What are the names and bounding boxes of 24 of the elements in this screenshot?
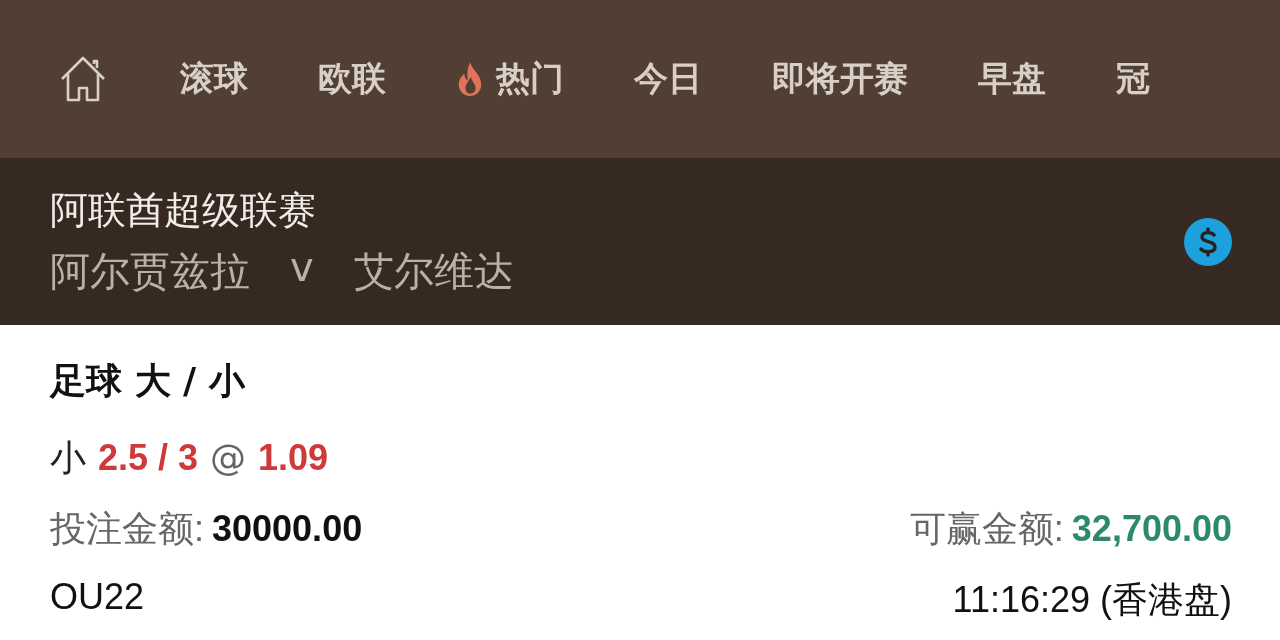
nav-tab[interactable]: 滚球: [180, 56, 248, 102]
handicap-line: 2.5 / 3: [98, 437, 199, 479]
league-name: 阿联酋超级联赛: [50, 186, 317, 234]
at-sign: @: [210, 437, 247, 478]
nav-tab[interactable]: 热门: [456, 56, 564, 102]
flame-icon: [456, 61, 484, 97]
win-amount: 32,700.00: [1071, 508, 1232, 550]
bet-type-title: 足球 大 / 小: [50, 359, 247, 403]
away-team: 艾尔维达: [353, 246, 514, 296]
dollar-icon[interactable]: [1184, 217, 1232, 266]
selection-side: 小: [50, 436, 86, 480]
bet-reference: OU22: [50, 576, 145, 619]
nav-tab[interactable]: 欧联: [318, 56, 386, 102]
nav-tab[interactable]: 即将开赛: [772, 56, 908, 102]
nav-tab[interactable]: 冠: [1116, 56, 1150, 102]
stake-amount: 30000.00: [212, 508, 363, 550]
stake-label: 投注金额:: [50, 507, 204, 551]
win-label: 可赢金额:: [909, 507, 1064, 551]
odds-value: 1.09: [258, 437, 329, 479]
nav-tab[interactable]: 今日: [634, 56, 702, 102]
versus-label: v: [290, 243, 314, 292]
home-team: 阿尔贾兹拉: [50, 246, 250, 296]
nav-tab[interactable]: 早盘: [978, 56, 1046, 102]
bet-time: 11:16:29 (香港盘): [952, 578, 1232, 622]
